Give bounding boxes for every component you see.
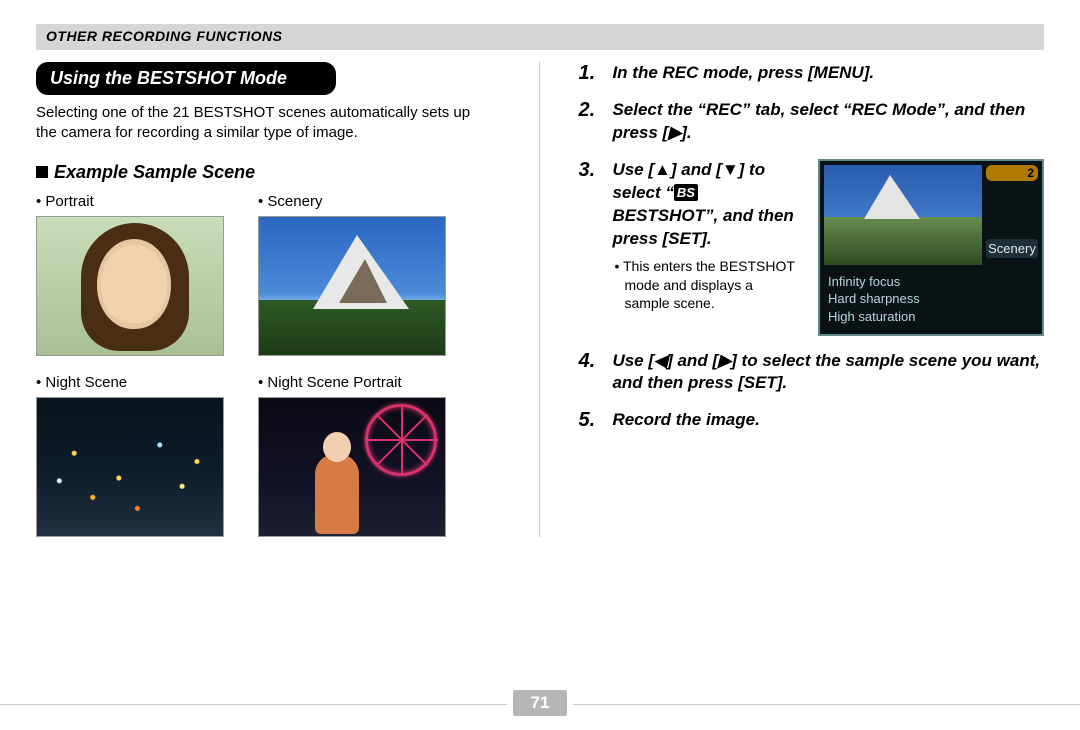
lcd-scene-number: 2 [986,165,1038,181]
step-2: 2. Select the “REC” tab, select “REC Mod… [578,99,1044,145]
lcd-scene-label: Scenery [986,239,1038,258]
intro-paragraph: Selecting one of the 21 BESTSHOT scenes … [36,103,476,144]
sample-cell: • Night Scene [36,374,224,537]
step-number: 4. [578,350,602,396]
sample-label: • Scenery [258,193,446,210]
manual-page: OTHER RECORDING FUNCTIONS Using the BEST… [0,0,1080,730]
lcd-preview: 2 Scenery Infinity focus Hard sharpness … [818,159,1044,336]
left-column: Using the BESTSHOT Mode Selecting one of… [36,62,509,537]
step-sub-bullet: • This enters the BESTSHOT mode and disp… [612,257,800,314]
step-text: Use [▲] and [▼] to select “BS BESTSHOT”,… [612,159,800,251]
step-3: 3. Use [▲] and [▼] to select “BS BESTSHO… [578,159,1044,336]
thumb-portrait [36,216,224,356]
section-header: OTHER RECORDING FUNCTIONS [36,24,1044,50]
step-5: 5. Record the image. [578,409,1044,432]
sample-label: • Portrait [36,193,224,210]
step-number: 1. [578,62,602,85]
thumb-night-scene-portrait [258,397,446,537]
sample-cell: • Scenery [258,193,446,356]
column-divider [539,62,540,537]
step-4: 4. Use [◀] and [▶] to select the sample … [578,350,1044,396]
right-column: 1. In the REC mode, press [MENU]. 2. Sel… [570,62,1044,537]
sample-grid: • Portrait • Scenery • Night Scene [36,193,509,537]
topic-title-pill: Using the BESTSHOT Mode [36,62,336,95]
thumb-night-scene [36,397,224,537]
sample-scene-heading: Example Sample Scene [36,162,509,183]
square-bullet-icon [36,166,48,178]
sample-label: • Night Scene [36,374,224,391]
lcd-preview-image [824,165,982,265]
step-text: Record the image. [612,409,1044,432]
step-number: 2. [578,99,602,145]
step-1: 1. In the REC mode, press [MENU]. [578,62,1044,85]
two-column-layout: Using the BESTSHOT Mode Selecting one of… [36,62,1044,537]
step-text: Use [◀] and [▶] to select the sample sce… [612,350,1044,396]
thumb-scenery [258,216,446,356]
step-text: In the REC mode, press [MENU]. [612,62,1044,85]
lcd-info-line: Hard sharpness [828,290,1034,308]
step-number: 3. [578,159,602,336]
page-number: 71 [513,690,568,716]
step-text: Select the “REC” tab, select “REC Mode”,… [612,99,1044,145]
lcd-info-panel: Infinity focus Hard sharpness High satur… [820,269,1042,334]
bestshot-icon: BS [674,184,698,202]
sample-cell: • Portrait [36,193,224,356]
sample-scene-heading-text: Example Sample Scene [54,162,255,182]
sample-label: • Night Scene Portrait [258,374,446,391]
sample-cell: • Night Scene Portrait [258,374,446,537]
lcd-info-line: Infinity focus [828,273,1034,291]
step-number: 5. [578,409,602,432]
lcd-info-line: High saturation [828,308,1034,326]
page-footer: 71 [0,690,1080,716]
topic-title-text: Using the BESTSHOT Mode [50,68,287,88]
section-header-text: OTHER RECORDING FUNCTIONS [46,28,283,44]
step-list: 1. In the REC mode, press [MENU]. 2. Sel… [578,62,1044,432]
